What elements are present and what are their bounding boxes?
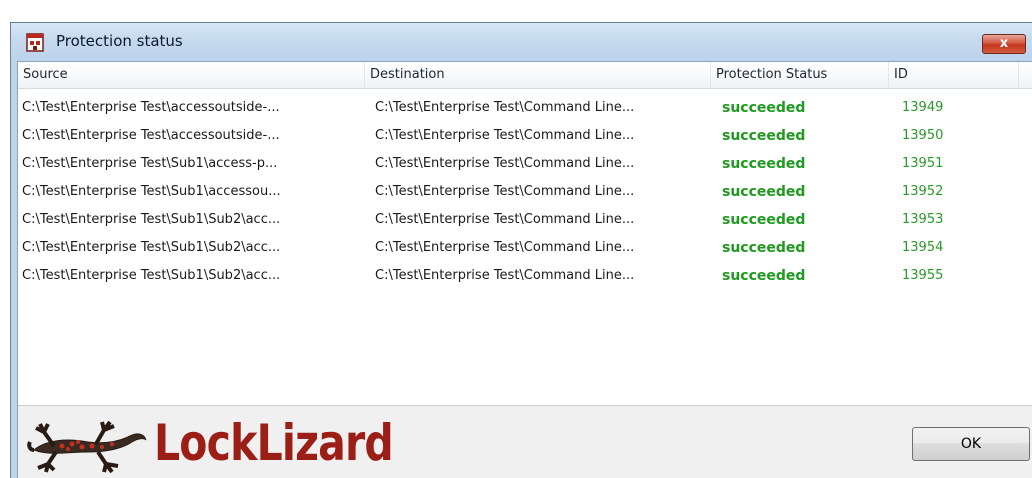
- column-header-id[interactable]: ID: [889, 62, 1019, 88]
- close-icon: x: [999, 36, 1009, 51]
- status-cell: succeeded: [722, 128, 806, 144]
- table-row[interactable]: C:\Test\Enterprise Test\accessoutside-..…: [18, 94, 1032, 122]
- table-row[interactable]: C:\Test\Enterprise Test\Sub1\accessou...…: [18, 178, 1032, 206]
- id-cell: 13949: [902, 100, 944, 115]
- close-button[interactable]: x: [982, 34, 1026, 54]
- status-cell: succeeded: [722, 240, 806, 256]
- status-cell: succeeded: [722, 100, 806, 116]
- table-row[interactable]: C:\Test\Enterprise Test\accessoutside-..…: [18, 122, 1032, 150]
- status-cell: succeeded: [722, 184, 806, 200]
- id-cell: 13953: [902, 212, 944, 227]
- destination-cell: C:\Test\Enterprise Test\Command Line...: [375, 156, 635, 171]
- column-header-destination[interactable]: Destination: [365, 62, 711, 88]
- locklizard-logo: LockLizard: [26, 412, 466, 474]
- footer-area: LockLizard OK: [18, 405, 1032, 478]
- column-header-source[interactable]: Source: [18, 62, 365, 88]
- source-cell: C:\Test\Enterprise Test\accessoutside-..…: [22, 128, 280, 143]
- destination-cell: C:\Test\Enterprise Test\Command Line...: [375, 128, 635, 143]
- table-row[interactable]: C:\Test\Enterprise Test\Sub1\access-p...…: [18, 150, 1032, 178]
- title-bar[interactable]: Protection status x: [11, 23, 1032, 61]
- table-row[interactable]: C:\Test\Enterprise Test\Sub1\Sub2\acc...…: [18, 234, 1032, 262]
- destination-cell: C:\Test\Enterprise Test\Command Line...: [375, 212, 635, 227]
- protection-status-window: Protection status x Source Destination P…: [10, 22, 1032, 478]
- list-header: Source Destination Protection Status ID: [18, 62, 1032, 89]
- destination-cell: C:\Test\Enterprise Test\Command Line...: [375, 184, 635, 199]
- app-icon: [26, 32, 44, 52]
- status-cell: succeeded: [722, 212, 806, 228]
- id-cell: 13952: [902, 184, 944, 199]
- id-cell: 13951: [902, 156, 944, 171]
- status-cell: succeeded: [722, 268, 806, 284]
- id-cell: 13954: [902, 240, 944, 255]
- status-cell: succeeded: [722, 156, 806, 172]
- id-cell: 13955: [902, 268, 944, 283]
- column-header-protection-status[interactable]: Protection Status: [711, 62, 889, 88]
- window-title: Protection status: [56, 32, 183, 50]
- source-cell: C:\Test\Enterprise Test\Sub1\accessou...: [22, 184, 281, 199]
- destination-cell: C:\Test\Enterprise Test\Command Line...: [375, 240, 635, 255]
- source-cell: C:\Test\Enterprise Test\Sub1\access-p...: [22, 156, 278, 171]
- destination-cell: C:\Test\Enterprise Test\Command Line...: [375, 268, 635, 283]
- logo-text: LockLizard: [154, 414, 394, 472]
- id-cell: 13950: [902, 128, 944, 143]
- ok-button[interactable]: OK: [912, 427, 1030, 461]
- table-row[interactable]: C:\Test\Enterprise Test\Sub1\Sub2\acc...…: [18, 206, 1032, 234]
- list-rows: C:\Test\Enterprise Test\accessoutside-..…: [18, 94, 1032, 290]
- source-cell: C:\Test\Enterprise Test\Sub1\Sub2\acc...: [22, 268, 281, 283]
- source-cell: C:\Test\Enterprise Test\Sub1\Sub2\acc...: [22, 212, 281, 227]
- destination-cell: C:\Test\Enterprise Test\Command Line...: [375, 100, 635, 115]
- source-cell: C:\Test\Enterprise Test\accessoutside-..…: [22, 100, 280, 115]
- lizard-icon: [27, 420, 147, 474]
- table-row[interactable]: C:\Test\Enterprise Test\Sub1\Sub2\acc...…: [18, 262, 1032, 290]
- results-list[interactable]: Source Destination Protection Status ID …: [18, 62, 1032, 404]
- client-area: Source Destination Protection Status ID …: [17, 61, 1032, 478]
- source-cell: C:\Test\Enterprise Test\Sub1\Sub2\acc...: [22, 240, 281, 255]
